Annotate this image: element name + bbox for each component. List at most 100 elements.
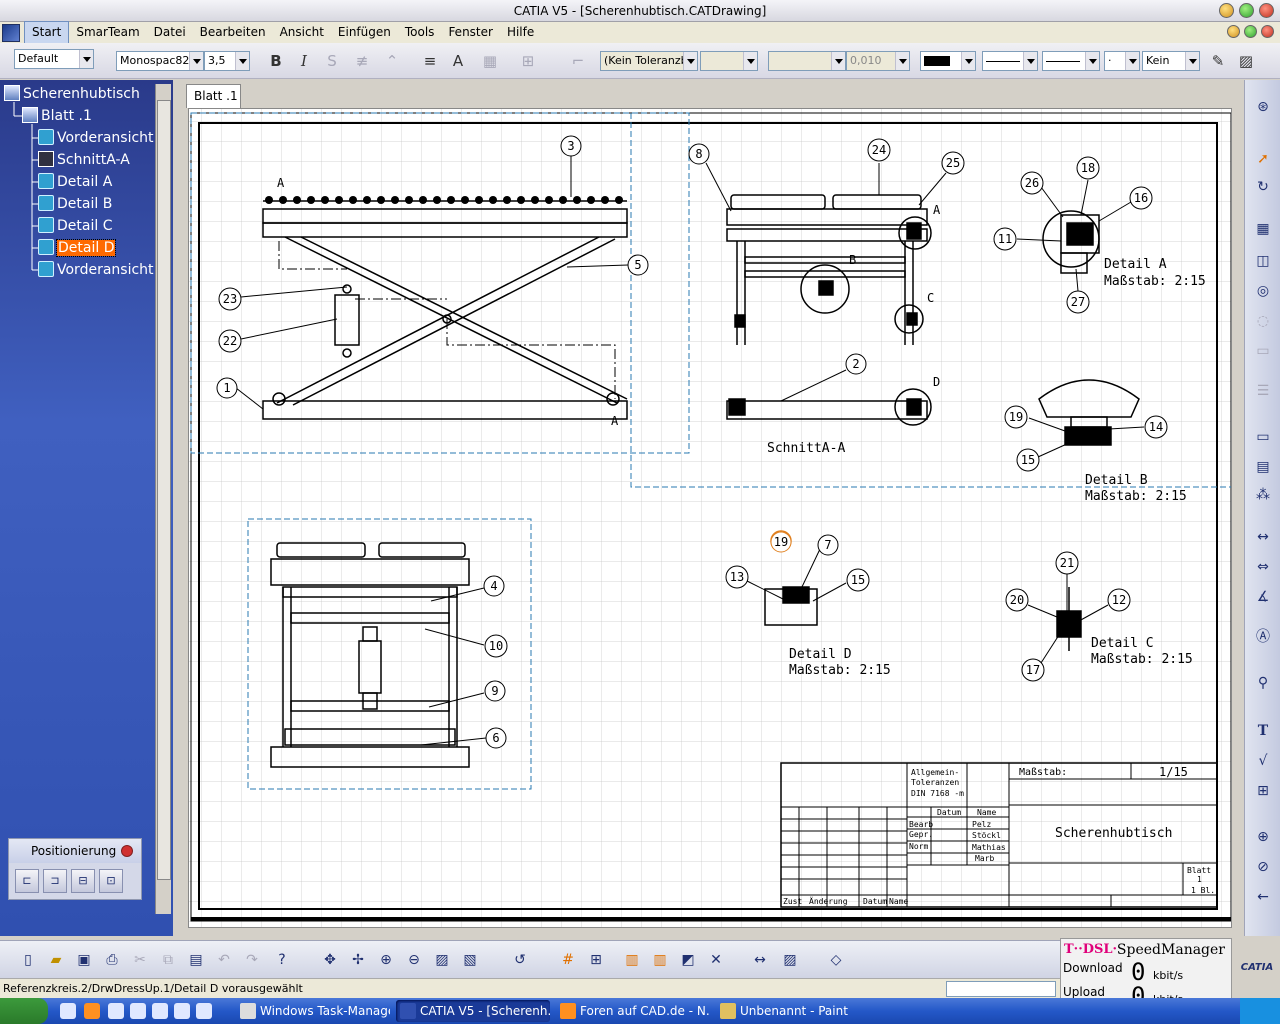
rectangle-icon[interactable]: ▭ [1251,426,1275,448]
zoom-in-icon[interactable]: ⊕ [374,948,398,972]
zoom-area-icon[interactable]: ▨ [430,948,454,972]
system-tray[interactable] [1240,998,1280,1024]
filter-icon[interactable]: ◩ [676,948,700,972]
menu-start[interactable]: Start [24,21,70,44]
bold-button[interactable]: B [264,49,288,73]
broken-view-icon[interactable]: ▭ [1251,340,1275,362]
tree-item-detail-d[interactable]: Detail D [38,238,117,258]
ie-icon[interactable] [60,1003,76,1019]
frame-icon[interactable]: ▦ [478,49,502,73]
snap-grid-icon[interactable]: ⊞ [584,948,608,972]
grid-icon[interactable]: # [556,948,580,972]
task-firefox[interactable]: Foren auf CAD.de - N... [556,1000,710,1022]
copy-icon[interactable]: ⧉ [156,948,180,972]
align-icon[interactable]: ≡ [418,49,442,73]
circles-icon[interactable]: ⁂ [1251,484,1275,506]
tab-blatt-1[interactable]: Blatt .1 [186,84,241,108]
tools-icon[interactable]: ✕ [704,948,728,972]
help-icon[interactable]: ? [270,948,294,972]
tolerance-select[interactable]: (Kein Toleranzb [600,51,698,71]
tree-item-schnitt[interactable]: SchnittA-A [38,150,130,170]
redo-icon[interactable]: ↷ [240,948,264,972]
select-arrow-icon[interactable]: ➚ [1251,148,1275,170]
line-end-select[interactable]: Kein [1142,51,1200,71]
font-select[interactable]: Monospac821 [116,51,204,71]
tree-vscroll-thumb[interactable] [157,100,171,880]
menu-fenster[interactable]: Fenster [441,22,500,43]
clipping-icon[interactable]: ◌ [1251,310,1275,332]
positioning-close-button[interactable] [121,845,133,857]
menu-hilfe[interactable]: Hilfe [500,22,541,43]
update-icon[interactable]: ↻ [1251,176,1275,198]
paste-icon[interactable]: ▤ [184,948,208,972]
drawing-canvas[interactable]: Blatt .1 1 2 3 4 5 6 7 8 9 10 11 12 13 1… [176,80,1240,936]
balloon-tool-icon[interactable]: ⚲ [1251,672,1275,694]
minimize-button[interactable] [1219,3,1234,18]
axis-icon[interactable]: ⊕ [1251,826,1275,848]
quicklaunch-icon-3[interactable] [152,1003,168,1019]
font-size-select[interactable]: 3,5 [204,51,250,71]
undo-icon[interactable]: ↶ [212,948,236,972]
align-right-icon[interactable]: ⊟ [71,869,95,893]
align-left-icon[interactable]: ⊏ [15,869,39,893]
italic-button[interactable]: I [292,49,316,73]
analysis-icon[interactable]: ▥ [620,948,644,972]
linetype-select[interactable] [982,51,1038,71]
quicklaunch-icon-2[interactable] [130,1003,146,1019]
tolerance-value-select[interactable]: 0,010 [846,51,910,71]
dimension-tool-icon[interactable]: ↔ [1251,526,1275,548]
measure-icon[interactable]: ↔ [748,948,772,972]
fit-all-icon[interactable]: ✥ [318,948,342,972]
maximize-button[interactable] [1239,3,1254,18]
doc-minimize-button[interactable] [1227,25,1240,38]
menu-ansicht[interactable]: Ansicht [273,22,331,43]
print-icon[interactable]: ⎙ [100,948,124,972]
section-view-tool-icon[interactable]: ◫ [1251,250,1275,272]
catia-app-icon[interactable] [2,23,20,42]
save-icon[interactable]: ▣ [72,948,96,972]
underline-button[interactable]: S [320,49,344,73]
style-select[interactable]: Default [14,49,94,69]
task-paint[interactable]: Unbenannt - Paint [716,1000,870,1022]
align-center-icon[interactable]: ⊐ [43,869,67,893]
dimension-chain-icon[interactable]: ⇔ [1251,556,1275,578]
strikethrough-button[interactable]: ≢ [350,49,374,73]
command-input[interactable] [946,981,1056,997]
menu-smarteam[interactable]: SmarTeam [69,22,146,43]
point-select[interactable]: · [1104,51,1140,71]
dimension-icon[interactable]: ⌐ [566,49,590,73]
drawing-sheet[interactable]: 1 2 3 4 5 6 7 8 9 10 11 12 13 14 15 15 1 [188,108,1232,928]
new-icon[interactable]: ▯ [16,948,40,972]
dimension-analysis-icon[interactable]: ▥ [648,948,672,972]
thread-icon[interactable]: ⊘ [1251,856,1275,878]
menu-datei[interactable]: Datei [147,22,193,43]
swap-icon[interactable]: ↺ [508,948,532,972]
tolerance-type-select[interactable] [700,51,758,71]
wizard-icon[interactable]: ☰ [1251,380,1275,402]
paintbrush-icon[interactable]: ✎ [1206,49,1230,73]
menu-tools[interactable]: Tools [398,22,442,43]
quicklaunch-icon-5[interactable] [196,1003,212,1019]
menu-einfuegen[interactable]: Einfügen [331,22,398,43]
task-taskmanager[interactable]: Windows Task-Manager [236,1000,390,1022]
superscript-button[interactable]: ⌃ [380,49,404,73]
zoom-out-icon[interactable]: ⊖ [402,948,426,972]
close-button[interactable] [1259,3,1274,18]
quicklaunch-icon[interactable] [108,1003,124,1019]
quicklaunch-icon-4[interactable] [174,1003,190,1019]
task-catia[interactable]: CATIA V5 - [Scherenh... [396,1000,550,1022]
arrow-tool-icon[interactable]: ← [1251,886,1275,908]
anchor-icon[interactable]: ⊞ [516,49,540,73]
doc-restore-button[interactable] [1244,25,1257,38]
open-icon[interactable]: ▰ [44,948,68,972]
roughness-icon[interactable]: √ [1251,750,1275,772]
tree-item-vorderansicht-2[interactable]: Vorderansicht [38,260,154,280]
color-select[interactable] [920,51,976,71]
tree-root[interactable]: Scherenhubtisch [4,84,140,104]
lineweight-select[interactable] [1042,51,1100,71]
position-frame-icon[interactable]: ⊡ [99,869,123,893]
compass-icon[interactable]: ⊛ [1251,96,1275,118]
catalog-icon[interactable]: ▨ [778,948,802,972]
text-frame-icon[interactable]: A [446,49,470,73]
cut-icon[interactable]: ✂ [128,948,152,972]
